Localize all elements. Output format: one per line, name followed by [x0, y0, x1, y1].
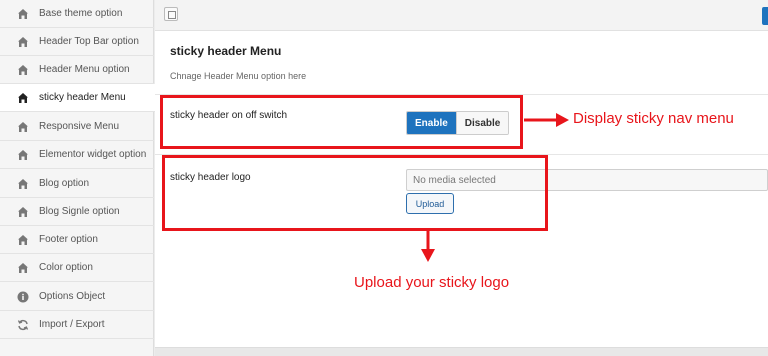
switch-annotation-text: Display sticky nav menu — [573, 110, 734, 127]
arrow-right-head — [556, 113, 569, 127]
annotation-arrows — [421, 113, 569, 262]
logo-annotation-text: Upload your sticky logo — [354, 274, 510, 291]
arrow-down-head — [421, 249, 435, 262]
app-frame: Base theme option Header Top Bar option … — [0, 0, 768, 356]
